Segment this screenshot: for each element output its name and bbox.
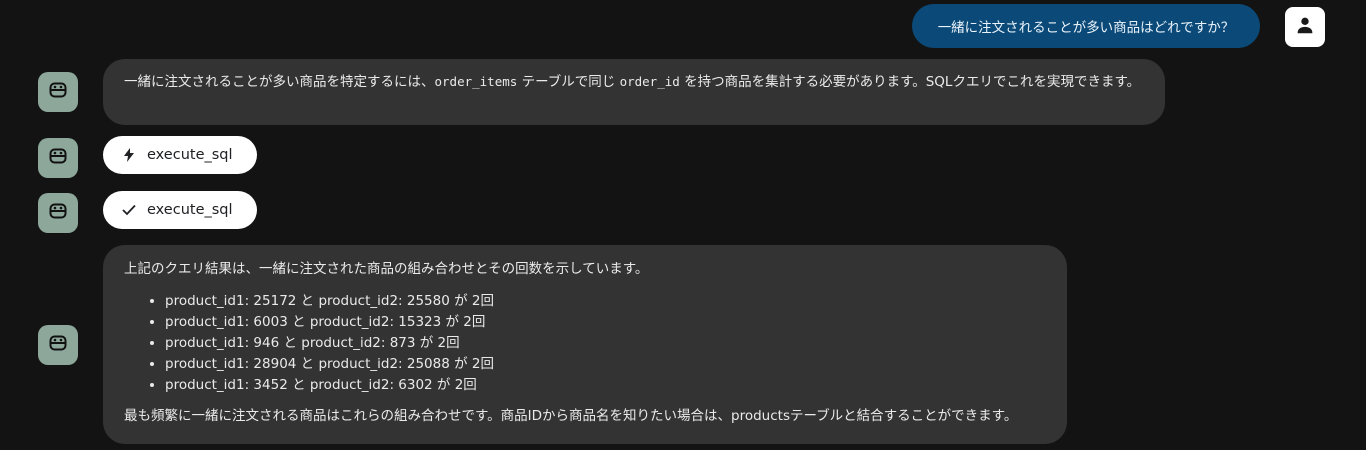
result-intro: 上記のクエリ結果は、一緒に注文された商品の組み合わせとその回数を示しています。: [124, 261, 649, 277]
assistant-text: を持つ商品を集計する必要があります。SQLクエリでこれを実現できます。: [679, 74, 1141, 90]
assistant-text: テーブルで同じ: [517, 74, 620, 90]
assistant-result-bubble: 上記のクエリ結果は、一緒に注文された商品の組み合わせとその回数を示しています。 …: [103, 245, 1067, 444]
inline-code: order_id: [619, 74, 680, 89]
result-outro: 最も頻繁に一緒に注文される商品はこれらの組み合わせです。商品IDから商品名を知り…: [124, 408, 1018, 424]
chat-transcript: 一緒に注文されることが多い商品はどれですか？ 一緒に注文されることが多い商品を特…: [0, 0, 1366, 450]
tool-call-label: execute_sql: [147, 202, 233, 218]
check-icon: [122, 202, 136, 218]
assistant-message-bubble: 一緒に注文されることが多い商品を特定するには、order_items テーブルで…: [103, 59, 1165, 125]
bolt-icon: [122, 147, 136, 163]
robot-icon: [48, 146, 68, 170]
bot-avatar: [38, 325, 78, 365]
tool-call-pill-running[interactable]: execute_sql: [103, 136, 257, 174]
tool-call-label: execute_sql: [147, 147, 233, 163]
assistant-text: 一緒に注文されることが多い商品を特定するには、: [124, 74, 435, 90]
user-message-text: 一緒に注文されることが多い商品はどれですか？: [937, 20, 1235, 36]
tool-call-pill-done[interactable]: execute_sql: [103, 191, 257, 229]
robot-icon: [48, 201, 68, 225]
user-avatar: [1285, 7, 1325, 47]
list-item: product_id1: 946 と product_id2: 873 が 2回: [165, 333, 1045, 354]
list-item: product_id1: 6003 と product_id2: 15323 が…: [165, 312, 1045, 333]
user-message-bubble: 一緒に注文されることが多い商品はどれですか？: [912, 4, 1260, 48]
list-item: product_id1: 28904 と product_id2: 25088 …: [165, 354, 1045, 375]
bot-avatar: [38, 138, 78, 178]
inline-code: order_items: [434, 74, 518, 89]
robot-icon: [48, 80, 68, 104]
person-icon: [1294, 14, 1316, 40]
bot-avatar: [38, 72, 78, 112]
result-list: product_id1: 25172 と product_id2: 25580 …: [124, 291, 1045, 396]
list-item: product_id1: 25172 と product_id2: 25580 …: [165, 291, 1045, 312]
bot-avatar: [38, 193, 78, 233]
robot-icon: [48, 333, 68, 357]
list-item: product_id1: 3452 と product_id2: 6302 が …: [165, 375, 1045, 396]
